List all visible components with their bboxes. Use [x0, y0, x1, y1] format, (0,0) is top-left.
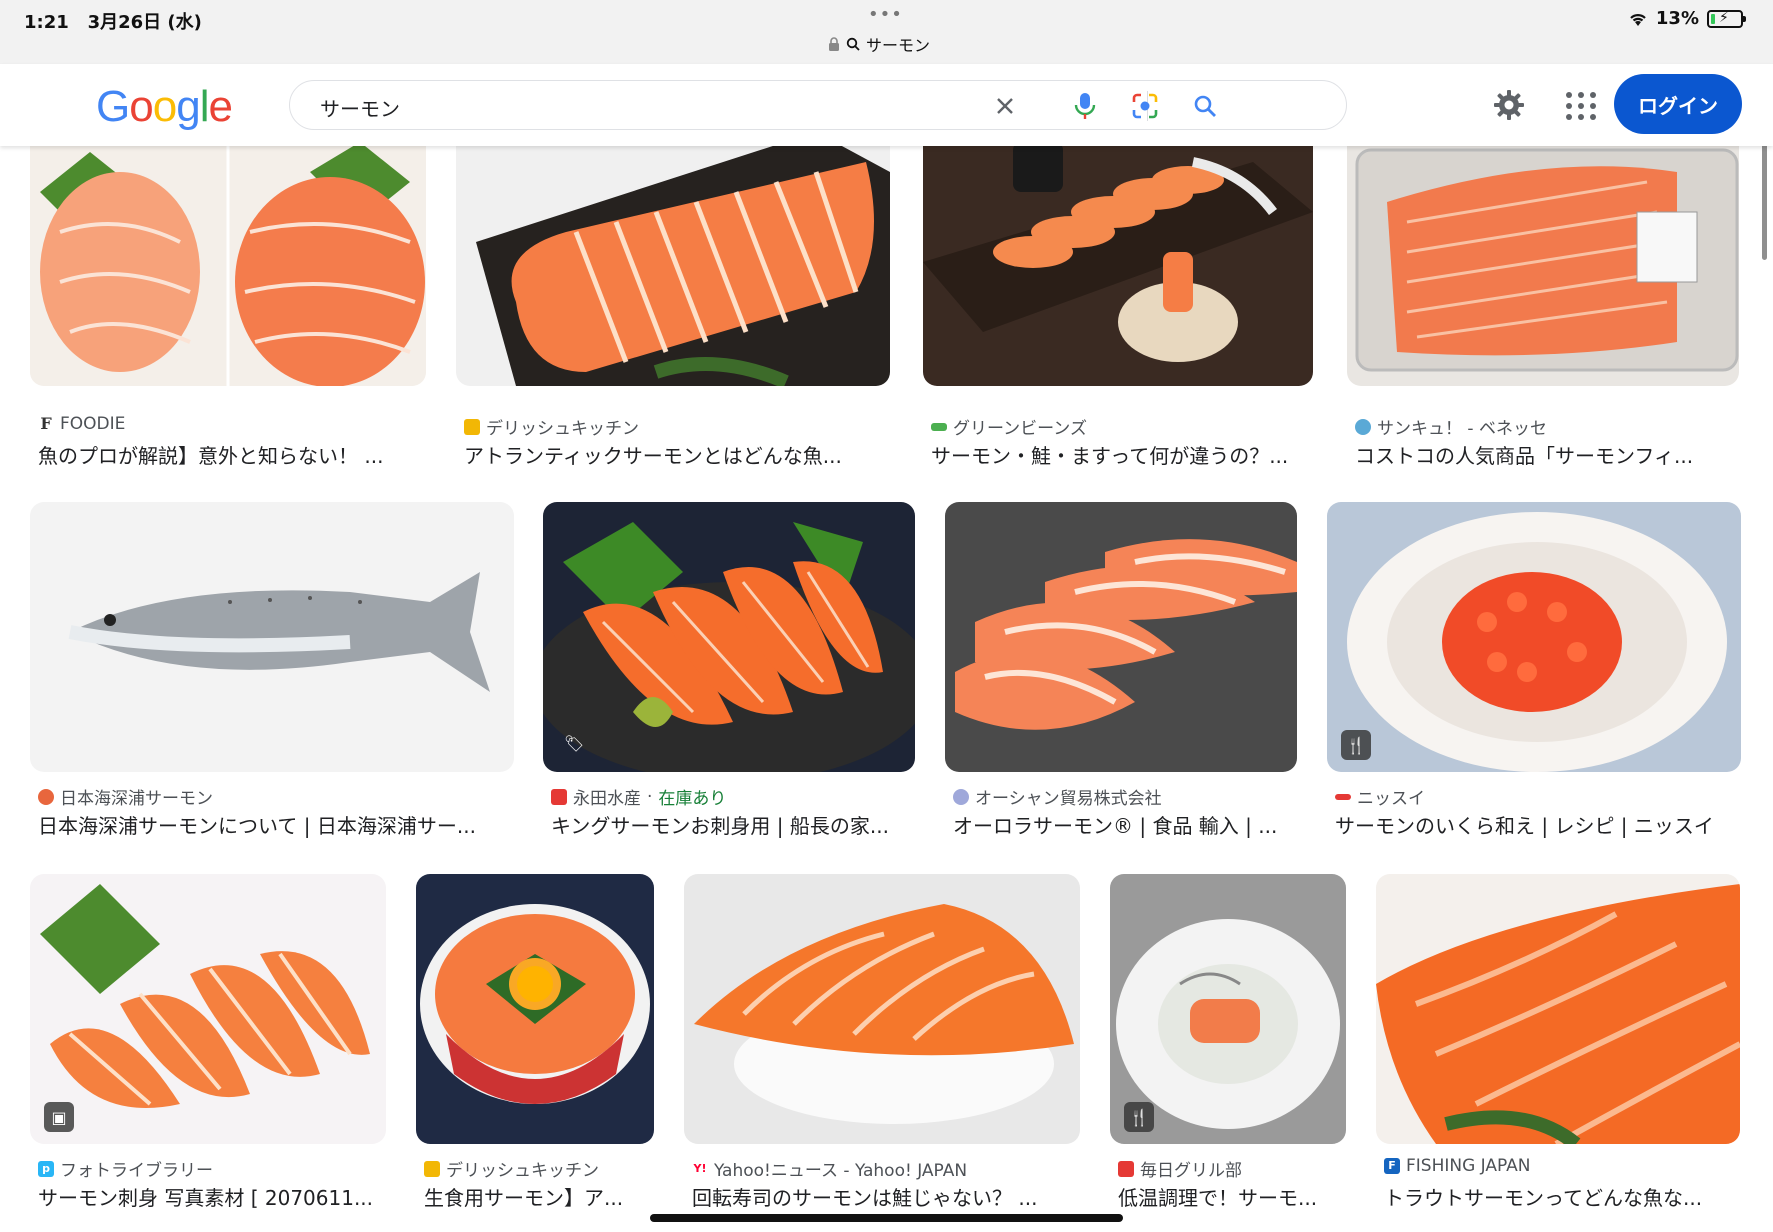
- result-source: p フォトライブラリー: [38, 1156, 213, 1181]
- result-source: デリッシュキッチン: [424, 1156, 599, 1181]
- result-card[interactable]: デリッシュキッチン 生食用サーモン】ア...: [416, 874, 654, 1214]
- result-image[interactable]: [456, 132, 890, 386]
- search-input[interactable]: サーモン: [320, 93, 400, 122]
- search-header: Google サーモン ログイン: [0, 64, 1773, 146]
- result-card[interactable]: ▣ p フォトライブラリー サーモン刺身 写真素材 [ 2070611...: [30, 874, 386, 1214]
- result-title[interactable]: 生食用サーモン】ア...: [424, 1182, 656, 1211]
- home-indicator[interactable]: [650, 1214, 1123, 1222]
- search-icon: [846, 37, 860, 51]
- apps-grid-icon[interactable]: [1560, 86, 1598, 124]
- result-title[interactable]: コストコの人気商品「サーモンフィ...: [1355, 440, 1743, 469]
- result-image[interactable]: 🍴: [1327, 502, 1741, 772]
- url-text: サーモン: [866, 36, 931, 55]
- result-source: F FISHING JAPAN: [1384, 1156, 1531, 1176]
- result-title[interactable]: トラウトサーモンってどんな魚な...: [1384, 1182, 1742, 1211]
- result-card[interactable]: サンキュ！ - ベネッセ コストコの人気商品「サーモンフィ...: [1347, 132, 1739, 476]
- battery-icon: ⚡: [1707, 9, 1746, 28]
- result-image[interactable]: [1347, 132, 1739, 386]
- result-image[interactable]: [1376, 874, 1740, 1144]
- result-title[interactable]: アトランティックサーモンとはどんな魚...: [464, 440, 894, 469]
- result-source: ニッスイ: [1335, 784, 1425, 809]
- result-image[interactable]: 🍴: [1110, 874, 1346, 1144]
- url-bar[interactable]: サーモン: [828, 32, 930, 56]
- result-image[interactable]: [684, 874, 1080, 1144]
- logo-letter: g: [176, 82, 201, 131]
- search-submit-icon[interactable]: [1190, 91, 1220, 121]
- recipe-utensils-icon: 🍴: [1341, 730, 1371, 760]
- status-time: 1:21 3月26日 (水): [24, 12, 202, 33]
- logo-letter: o: [152, 82, 178, 131]
- result-image[interactable]: [945, 502, 1297, 772]
- google-lens-icon[interactable]: [1130, 91, 1160, 121]
- result-card[interactable]: オーシャン貿易株式会社 オーロラサーモン® | 食品 輸入 | ...: [945, 502, 1297, 842]
- recipe-utensils-icon: 🍴: [1124, 1102, 1154, 1132]
- result-title[interactable]: キングサーモンお刺身用 | 船長の家...: [551, 810, 917, 839]
- result-title[interactable]: サーモン刺身 写真素材 [ 2070611...: [38, 1182, 388, 1211]
- result-title[interactable]: オーロラサーモン® | 食品 輸入 | ...: [953, 810, 1299, 839]
- result-title[interactable]: 日本海深浦サーモンについて | 日本海深浦サー...: [38, 810, 516, 839]
- result-source: サンキュ！ - ベネッセ: [1355, 414, 1547, 439]
- result-title[interactable]: 低温調理で！サーモ...: [1118, 1182, 1348, 1211]
- clear-icon[interactable]: [990, 91, 1020, 121]
- result-title[interactable]: 魚のプロが解説】意外と知らない！ ...: [38, 440, 430, 469]
- result-title[interactable]: 回転寿司のサーモンは鮭じゃない？ ...: [692, 1182, 1082, 1211]
- image-icon: ▣: [44, 1102, 74, 1132]
- result-card[interactable]: デリッシュキッチン アトランティックサーモンとはどんな魚...: [456, 132, 890, 476]
- result-image[interactable]: [30, 502, 514, 772]
- in-stock-label: 在庫あり: [658, 789, 727, 809]
- result-card[interactable]: 🏷 永田水産 · 在庫あり キングサーモンお刺身用 | 船長の家...: [543, 502, 915, 842]
- logo-letter: o: [129, 82, 154, 131]
- result-card[interactable]: 🍴 毎日グリル部 低温調理で！サーモ...: [1110, 874, 1346, 1214]
- logo-letter: G: [96, 82, 130, 131]
- result-source: 永田水産 · 在庫あり: [551, 784, 726, 809]
- battery-percent: 13%: [1655, 8, 1699, 29]
- result-title[interactable]: サーモン・鮭・ますって何が違うの？...: [931, 440, 1317, 469]
- settings-gear-icon[interactable]: [1490, 86, 1528, 124]
- result-card[interactable]: 🍴 ニッスイ サーモンのいくら和え | レシピ | ニッスイ: [1327, 502, 1741, 842]
- status-bar: 1:21 3月26日 (水) ••• サーモン 13% ⚡: [0, 0, 1773, 64]
- microphone-icon[interactable]: [1070, 91, 1100, 121]
- result-card[interactable]: グリーンビーンズ サーモン・鮭・ますって何が違うの？...: [923, 132, 1313, 476]
- google-logo[interactable]: Google: [96, 82, 233, 132]
- login-button[interactable]: ログイン: [1614, 74, 1742, 134]
- search-box[interactable]: サーモン: [289, 80, 1347, 130]
- result-image[interactable]: 🏷: [543, 502, 915, 772]
- result-source: Y! Yahoo!ニュース - Yahoo! JAPAN: [693, 1161, 968, 1181]
- result-source: オーシャン貿易株式会社: [953, 784, 1162, 809]
- result-source: デリッシュキッチン: [464, 414, 639, 439]
- result-title[interactable]: サーモンのいくら和え | レシピ | ニッスイ: [1335, 810, 1743, 839]
- result-source: F FOODIE: [40, 414, 126, 434]
- price-tag-icon: 🏷: [563, 733, 585, 753]
- wifi-icon: [1630, 13, 1646, 26]
- result-source: 日本海深浦サーモン: [38, 784, 213, 809]
- more-dots-icon[interactable]: •••: [868, 4, 903, 25]
- result-card[interactable]: 日本海深浦サーモン 日本海深浦サーモンについて | 日本海深浦サー...: [30, 502, 514, 842]
- result-card[interactable]: F FISHING JAPAN トラウトサーモンってどんな魚な...: [1376, 874, 1740, 1214]
- result-source: グリーンビーンズ: [931, 414, 1087, 439]
- status-right: 13% ⚡: [1628, 8, 1746, 29]
- result-image[interactable]: ▣: [30, 874, 386, 1144]
- result-image[interactable]: [416, 874, 654, 1144]
- result-image[interactable]: [30, 132, 426, 386]
- lock-icon: [829, 37, 839, 51]
- result-image[interactable]: [923, 132, 1313, 386]
- logo-letter: e: [208, 82, 233, 131]
- result-source: 毎日グリル部: [1118, 1156, 1242, 1181]
- result-card[interactable]: F FOODIE 魚のプロが解説】意外と知らない！ ...: [30, 132, 426, 476]
- result-card[interactable]: Y! Yahoo!ニュース - Yahoo! JAPAN 回転寿司のサーモンは鮭じ…: [684, 874, 1080, 1214]
